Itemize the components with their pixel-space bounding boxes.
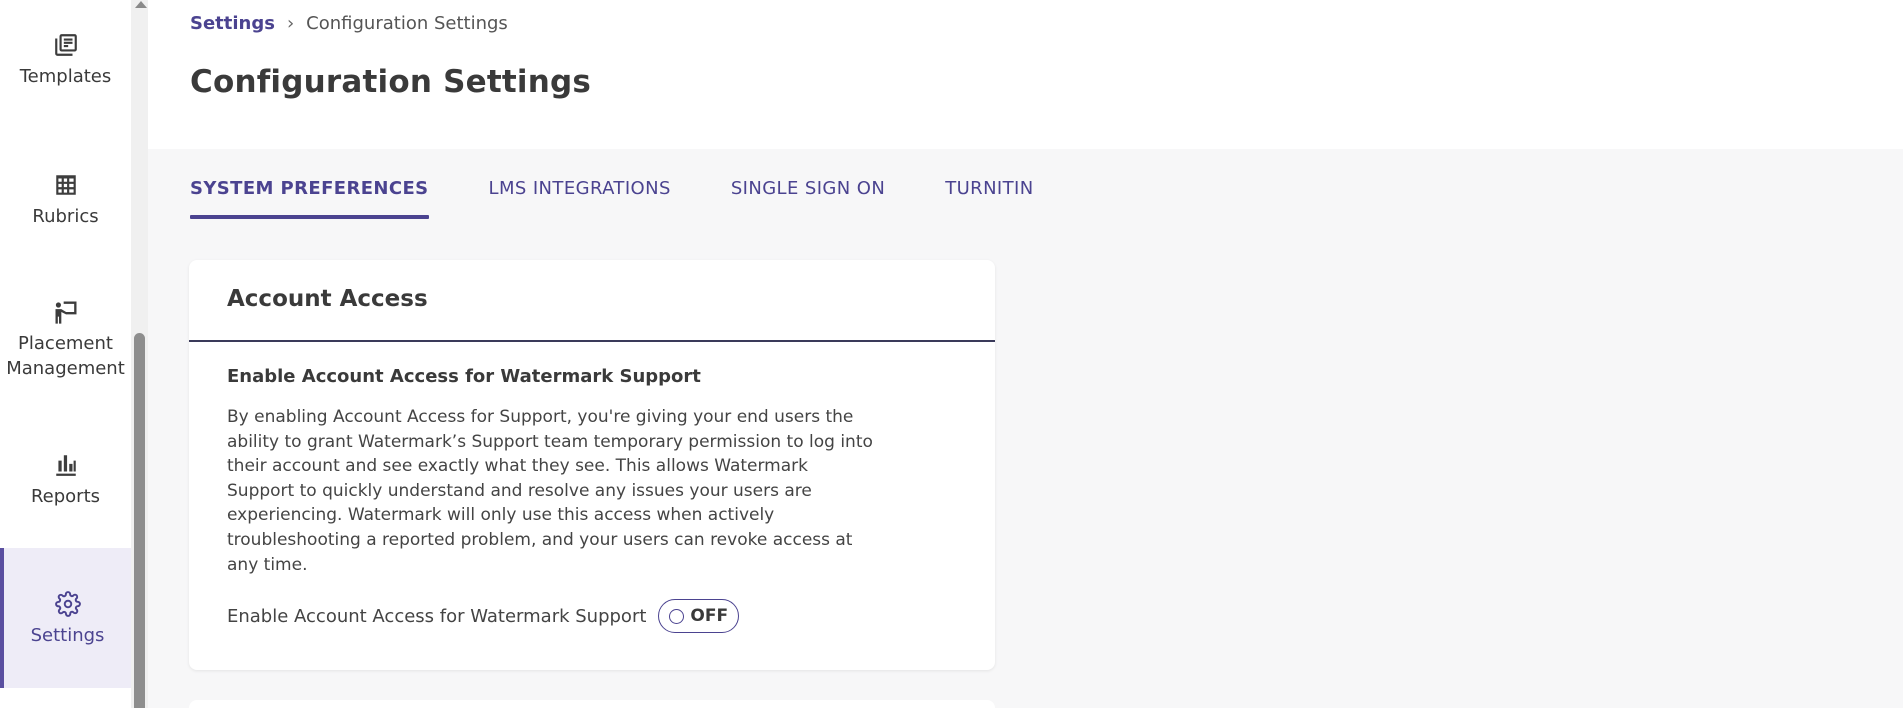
scroll-up-arrow-icon[interactable] (135, 1, 147, 8)
card-header: Account Access (189, 260, 995, 342)
page-title: Configuration Settings (190, 64, 592, 100)
sidebar-item-label: Reports (30, 486, 101, 507)
presenter-icon (51, 297, 81, 327)
tab-bar: SYSTEM PREFERENCES LMS INTEGRATIONS SING… (190, 172, 1094, 220)
card-title: Account Access (227, 286, 428, 312)
breadcrumb-settings-link[interactable]: Settings (190, 13, 275, 34)
toggle-knob-icon (669, 608, 685, 624)
breadcrumb-current: Configuration Settings (306, 13, 508, 34)
account-access-toggle[interactable]: OFF (658, 599, 740, 634)
chevron-right-icon: › (286, 13, 295, 34)
sidebar-item-label-line2: Management (6, 358, 125, 379)
breadcrumb: Settings › Configuration Settings (190, 13, 508, 34)
toggle-label: Enable Account Access for Watermark Supp… (227, 605, 647, 627)
sidebar-item-placement-management[interactable]: Placement Management (0, 297, 131, 392)
sidebar: Templates Rubrics Placement Management R… (0, 0, 131, 708)
tab-single-sign-on[interactable]: SINGLE SIGN ON (731, 172, 885, 220)
toggle-row: Enable Account Access for Watermark Supp… (227, 599, 957, 634)
section-title: Enable Account Access for Watermark Supp… (227, 366, 701, 387)
sidebar-item-settings[interactable]: Settings (0, 548, 131, 688)
scrollbar-thumb[interactable] (134, 333, 145, 708)
sidebar-item-reports[interactable]: Reports (0, 450, 131, 520)
card-body: Enable Account Access for Watermark Supp… (189, 342, 995, 657)
bar-chart-icon (51, 450, 81, 480)
tab-turnitin[interactable]: TURNITIN (945, 172, 1033, 220)
account-access-card: Account Access Enable Account Access for… (189, 260, 995, 670)
sidebar-item-templates[interactable]: Templates (0, 30, 131, 100)
sidebar-item-label: Templates (19, 66, 112, 87)
grid-icon (51, 170, 81, 200)
tab-system-preferences[interactable]: SYSTEM PREFERENCES (190, 172, 429, 220)
tab-lms-integrations[interactable]: LMS INTEGRATIONS (489, 172, 671, 220)
templates-icon (51, 30, 81, 60)
toggle-state: OFF (690, 606, 729, 627)
sidebar-item-label: Rubrics (32, 206, 99, 227)
section-description: By enabling Account Access for Support, … (227, 407, 873, 575)
next-card (189, 700, 995, 708)
page-header: Settings › Configuration Settings Config… (148, 0, 1903, 149)
sidebar-item-rubrics[interactable]: Rubrics (0, 170, 131, 240)
sidebar-item-label: Settings (30, 624, 105, 646)
sidebar-item-label-line1: Placement (18, 333, 113, 354)
gear-icon (53, 589, 83, 619)
